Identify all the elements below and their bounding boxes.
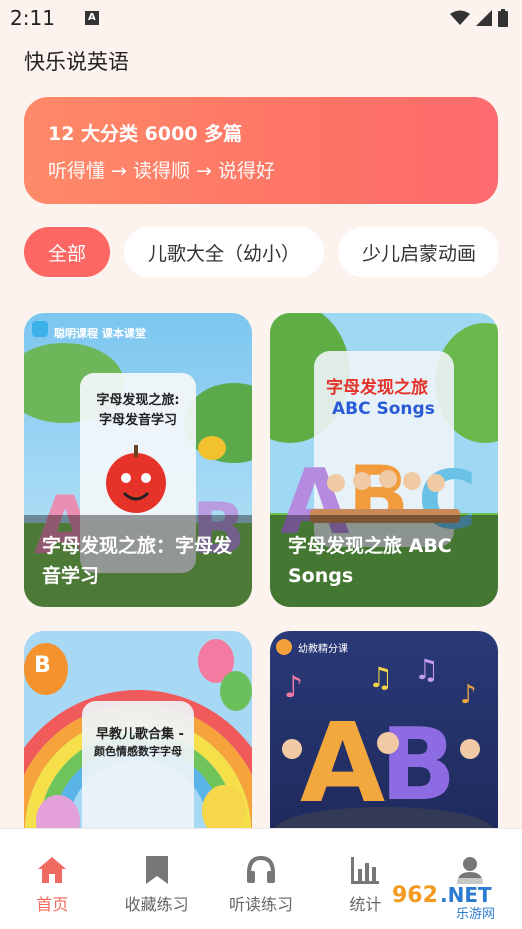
banner-subtitle: 听得懂 → 读得顺 → 说得好 (48, 160, 275, 182)
nav-favorites[interactable]: 收藏练习 (104, 829, 208, 929)
app-title: 快乐说英语 (24, 50, 129, 74)
category-tabs: 全部 儿歌大全（幼小） 少儿启蒙动画 (24, 227, 498, 279)
nav-home[interactable]: 首页 (0, 829, 104, 929)
content-grid: A B 聪明课程 课本课堂 字母发现之旅: 字母发音学习 字母发现之旅：字母发音… (24, 313, 498, 833)
bar-chart-icon (351, 857, 380, 884)
card-thumbnail: A B ♪ ♫ ♫ ♪ (270, 631, 498, 833)
nav-stats-label: 统计 (349, 895, 382, 914)
svg-text:♪: ♪ (460, 680, 477, 710)
card-brand: 聪明课程 课本课堂 (54, 327, 146, 340)
status-left: 2:11 A (10, 6, 99, 30)
nav-favorites-label: 收藏练习 (124, 895, 189, 914)
status-time: 2:11 (10, 6, 55, 30)
banner-title: 12 大分类 6000 多篇 (48, 123, 243, 145)
notification-a-icon: A (84, 11, 99, 25)
card-brand: 幼教精分课 (298, 644, 348, 655)
tab-kids-animation[interactable]: 少儿启蒙动画 (338, 227, 498, 277)
wifi-icon (450, 10, 470, 25)
card-art-title: 字母发现之旅: 字母发音学习 (96, 393, 180, 428)
card-art-subtitle: ABC Songs (332, 399, 435, 419)
svg-text:B: B (380, 706, 456, 823)
nav-home-label: 首页 (36, 895, 69, 914)
svg-text:962: 962 (392, 883, 438, 908)
card-art-title: 早教儿歌合集 - (96, 727, 184, 742)
course-card[interactable]: A B 聪明课程 课本课堂 字母发现之旅: 字母发音学习 字母发现之旅：字母发音… (24, 313, 252, 607)
card-art-subtitle: 颜色情感数字字母 (94, 745, 182, 758)
nav-listen-read-label: 听读练习 (229, 895, 294, 914)
watermark-graphic: 962 .NET 乐游网 (386, 878, 516, 922)
watermark-logo: 962 .NET 乐游网 (386, 878, 516, 922)
promo-banner[interactable]: 12 大分类 6000 多篇 听得懂 → 读得顺 → 说得好 (24, 97, 498, 204)
home-icon (38, 857, 67, 883)
status-bar: 2:11 A (0, 0, 522, 36)
headphones-icon (247, 855, 276, 883)
bookmark-icon (145, 856, 168, 884)
svg-text:.NET: .NET (440, 883, 492, 907)
balloon-letter: B (34, 653, 51, 678)
course-card[interactable]: A B ♪ ♫ ♫ ♪ 幼教精分课 (270, 631, 498, 833)
signal-icon (476, 10, 492, 26)
tab-all[interactable]: 全部 (24, 227, 111, 277)
tab-nursery-rhymes[interactable]: 儿歌大全（幼小） (124, 227, 325, 277)
status-right (450, 9, 508, 27)
course-card[interactable]: A B C 字母发现之旅 ABC Songs 字母发现之旅 ABC Songs (270, 313, 498, 607)
battery-icon (498, 9, 508, 27)
svg-text:♪: ♪ (284, 670, 303, 705)
card-caption: 字母发现之旅 ABC Songs (270, 515, 498, 607)
course-card[interactable]: B 早教儿歌合集 - 颜色情感数字字母 (24, 631, 252, 833)
card-caption: 字母发现之旅：字母发音学习 (24, 515, 252, 607)
svg-text:♫: ♫ (414, 653, 439, 686)
svg-text:♫: ♫ (368, 661, 393, 694)
svg-text:乐游网: 乐游网 (456, 907, 495, 922)
card-art-title: 字母发现之旅 (326, 378, 428, 398)
nav-listen-read[interactable]: 听读练习 (209, 829, 313, 929)
